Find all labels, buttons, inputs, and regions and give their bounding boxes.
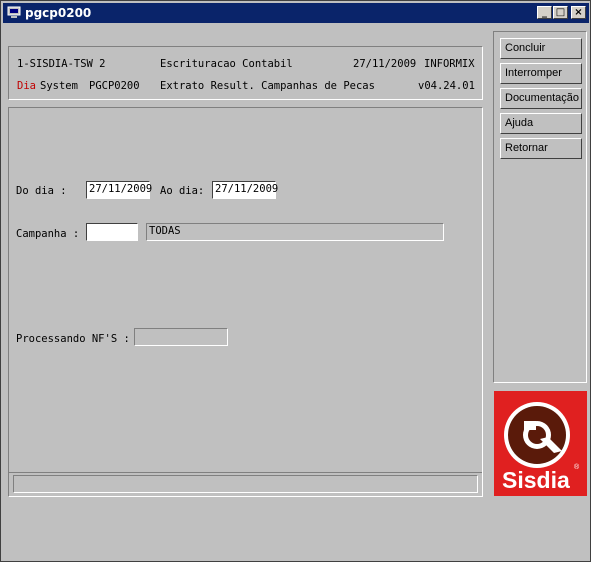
sisdia-logo: Sisdia ® xyxy=(494,391,587,496)
form-panel: Do dia : 27/11/2009 Ao dia: 27/11/2009 C… xyxy=(8,107,483,497)
close-button[interactable]: × xyxy=(571,6,586,19)
campanha-description: TODAS xyxy=(146,223,444,241)
header-panel: 1-SISDIA-TSW 2 Escrituracao Contabil 27/… xyxy=(8,46,483,100)
db-name: INFORMIX xyxy=(424,58,475,70)
interromper-button[interactable]: Interromper xyxy=(500,63,582,84)
logo-registered-mark: ® xyxy=(574,464,580,471)
do-dia-input[interactable]: 27/11/2009 xyxy=(86,181,152,199)
ao-dia-label: Ao dia: xyxy=(160,185,205,197)
processando-field xyxy=(134,328,228,346)
concluir-button[interactable]: Concluir xyxy=(500,38,582,59)
title-bar[interactable]: pgcp0200 _ □ × xyxy=(3,3,589,23)
divider xyxy=(9,472,482,473)
minimize-button[interactable]: _ xyxy=(537,6,552,19)
retornar-button[interactable]: Retornar xyxy=(500,138,582,159)
campanha-label: Campanha : xyxy=(16,228,80,240)
ajuda-button[interactable]: Ajuda xyxy=(500,113,582,134)
do-dia-label: Do dia : xyxy=(16,185,67,197)
app-window: pgcp0200 _ □ × 1-SISDIA-TSW 2 Escriturac… xyxy=(0,0,591,562)
campanha-input[interactable] xyxy=(86,223,138,241)
window-title: pgcp0200 xyxy=(25,6,92,20)
program-code: PGCP0200 xyxy=(89,80,140,92)
module-name: Escrituracao Contabil xyxy=(160,58,293,70)
documentacao-button[interactable]: Documentação xyxy=(500,88,582,109)
app-icon xyxy=(7,6,21,18)
logo-text: Sisdia xyxy=(502,467,570,493)
program-version: v04.24.01 xyxy=(418,80,475,92)
ao-dia-input[interactable]: 27/11/2009 xyxy=(212,181,278,199)
header-date: 27/11/2009 xyxy=(353,58,417,70)
program-description: Extrato Result. Campanhas de Pecas xyxy=(160,80,375,92)
brand-system: System xyxy=(40,80,78,92)
status-bar xyxy=(13,475,478,493)
system-name: 1-SISDIA-TSW 2 xyxy=(17,58,106,70)
processando-label: Processando NF'S : xyxy=(16,333,130,345)
maximize-button[interactable]: □ xyxy=(553,6,568,19)
brand-dia: Dia xyxy=(17,80,36,92)
